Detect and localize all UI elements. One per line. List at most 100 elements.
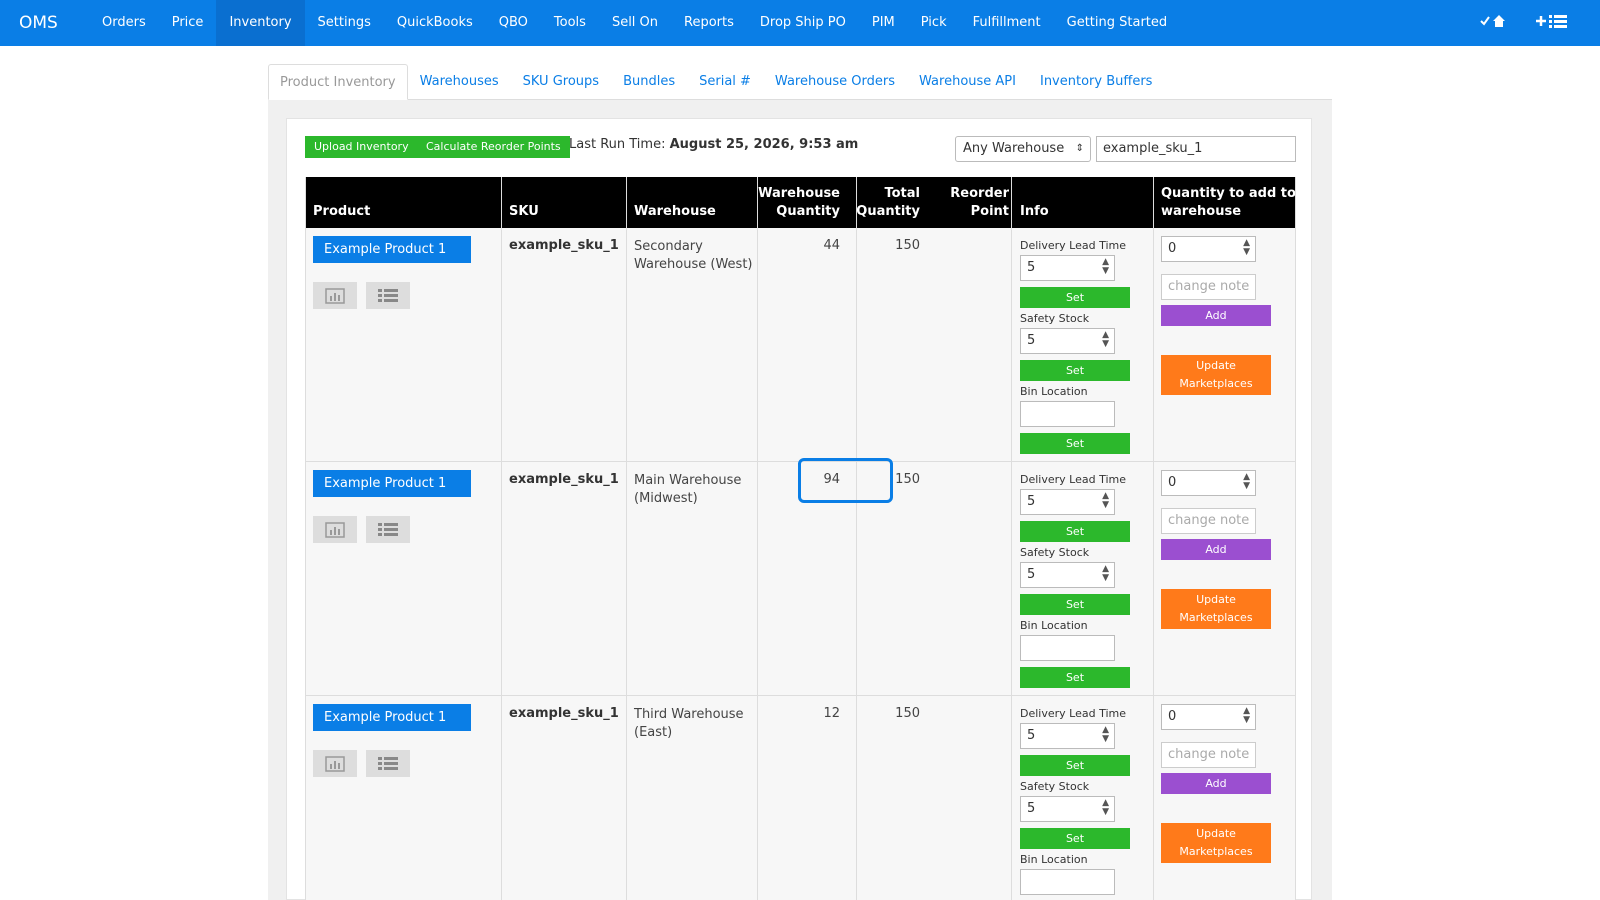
product-button[interactable]: Example Product 1 (313, 704, 471, 731)
list-icon[interactable] (366, 516, 410, 543)
set-delivery-button[interactable]: Set (1020, 755, 1130, 776)
warehouse-quantity: 44 (823, 238, 840, 253)
column-divider (501, 177, 502, 900)
set-delivery-button[interactable]: Set (1020, 287, 1130, 308)
bin-location-label: Bin Location (1020, 619, 1088, 632)
update-marketplaces-button[interactable]: Update Marketplaces (1161, 823, 1271, 863)
column-divider (305, 177, 306, 900)
add-quantity-button[interactable]: Add (1161, 773, 1271, 794)
nav-quickbooks[interactable]: QuickBooks (384, 0, 486, 46)
quantity-to-add-value: 0 (1168, 709, 1177, 724)
safety-stock-value: 5 (1027, 333, 1036, 348)
header-reorder-point-line1: Reorder (950, 186, 1009, 201)
add-quantity-button[interactable]: Add (1161, 539, 1271, 560)
column-divider (757, 177, 758, 900)
last-run-value: August 25, 2026, 9:53 am (669, 137, 859, 152)
quantity-to-add-input[interactable]: 0 ▲ ▼ (1161, 704, 1256, 730)
header-quantity-to-add-line1: Quantity to add to (1161, 186, 1296, 201)
spinner-icon: ▲ ▼ (1102, 257, 1109, 276)
header-warehouse-quantity: Warehouse Quantity (758, 185, 840, 221)
nav-inventory[interactable]: Inventory (216, 0, 305, 46)
upload-inventory-button[interactable]: Upload Inventory (305, 136, 418, 158)
delivery-lead-time-label: Delivery Lead Time (1020, 239, 1126, 252)
tab-inventory-buffers[interactable]: Inventory Buffers (1028, 64, 1164, 100)
last-run-label: Last Run Time: (569, 137, 666, 152)
header-quantity-to-add: Quantity to add to warehouse (1161, 185, 1296, 221)
nav-settings[interactable]: Settings (305, 0, 384, 46)
delivery-lead-time-input[interactable]: 5 ▲ ▼ (1020, 489, 1115, 515)
header-total-quantity-line2: Quantity (856, 204, 920, 219)
top-nav: OMS Orders Price Inventory Settings Quic… (0, 0, 1600, 46)
bin-location-input[interactable] (1020, 635, 1115, 661)
change-note-input[interactable]: change note (1161, 508, 1256, 534)
tab-serial[interactable]: Serial # (687, 64, 763, 100)
tab-warehouse-api[interactable]: Warehouse API (907, 64, 1028, 100)
bin-location-input[interactable] (1020, 401, 1115, 427)
bar-chart-icon[interactable] (313, 750, 357, 777)
header-info: Info (1020, 204, 1049, 219)
change-note-input[interactable]: change note (1161, 742, 1256, 768)
bar-chart-icon[interactable] (313, 516, 357, 543)
warehouse-name: Secondary Warehouse (West) (634, 239, 753, 272)
update-marketplaces-button[interactable]: Update Marketplaces (1161, 589, 1271, 629)
safety-stock-input[interactable]: 5 ▲ ▼ (1020, 328, 1115, 354)
warehouse-name: Main Warehouse (Midwest) (634, 473, 742, 506)
nav-drop-ship-po[interactable]: Drop Ship PO (747, 0, 859, 46)
safety-stock-input[interactable]: 5 ▲ ▼ (1020, 562, 1115, 588)
spinner-icon: ▲ ▼ (1243, 472, 1250, 491)
delivery-lead-time-input[interactable]: 5 ▲ ▼ (1020, 255, 1115, 281)
header-total-quantity-line1: Total (884, 186, 920, 201)
select-arrows-icon: ⇕ (1075, 143, 1084, 154)
highlight-box (798, 458, 893, 503)
set-bin-button[interactable]: Set (1020, 433, 1130, 454)
delivery-lead-time-value: 5 (1027, 728, 1036, 743)
bin-location-input[interactable] (1020, 869, 1115, 895)
add-quantity-button[interactable]: Add (1161, 305, 1271, 326)
tab-warehouses[interactable]: Warehouses (408, 64, 511, 100)
set-safety-button[interactable]: Set (1020, 594, 1130, 615)
quantity-to-add-input[interactable]: 0 ▲ ▼ (1161, 236, 1256, 262)
set-safety-button[interactable]: Set (1020, 360, 1130, 381)
change-note-input[interactable]: change note (1161, 274, 1256, 300)
nav-reports[interactable]: Reports (671, 0, 747, 46)
warehouse-select-value: Any Warehouse (963, 141, 1065, 156)
nav-pim[interactable]: PIM (859, 0, 908, 46)
nav-orders[interactable]: Orders (89, 0, 159, 46)
quantity-to-add-input[interactable]: 0 ▲ ▼ (1161, 470, 1256, 496)
list-icon[interactable] (366, 282, 410, 309)
update-marketplaces-line2: Marketplaces (1179, 377, 1253, 390)
product-button[interactable]: Example Product 1 (313, 470, 471, 497)
nav-tools[interactable]: Tools (541, 0, 599, 46)
nav-pick[interactable]: Pick (908, 0, 960, 46)
list-icon[interactable] (366, 750, 410, 777)
delivery-lead-time-value: 5 (1027, 494, 1036, 509)
warehouse-select[interactable]: Any Warehouse ⇕ (955, 136, 1091, 162)
check-home-icon[interactable] (1480, 14, 1506, 32)
nav-getting-started[interactable]: Getting Started (1054, 0, 1181, 46)
set-bin-button[interactable]: Set (1020, 667, 1130, 688)
set-delivery-button[interactable]: Set (1020, 521, 1130, 542)
quantity-to-add-value: 0 (1168, 475, 1177, 490)
update-marketplaces-button[interactable]: Update Marketplaces (1161, 355, 1271, 395)
tab-sku-groups[interactable]: SKU Groups (511, 64, 611, 100)
nav-qbo[interactable]: QBO (486, 0, 541, 46)
product-button[interactable]: Example Product 1 (313, 236, 471, 263)
warehouse-name: Third Warehouse (East) (634, 707, 744, 740)
delivery-lead-time-input[interactable]: 5 ▲ ▼ (1020, 723, 1115, 749)
tab-product-inventory[interactable]: Product Inventory (268, 64, 408, 100)
spinner-icon: ▲ ▼ (1102, 725, 1109, 744)
brand-logo[interactable]: OMS (0, 13, 89, 33)
nav-sell-on[interactable]: Sell On (599, 0, 671, 46)
nav-fulfillment[interactable]: Fulfillment (960, 0, 1054, 46)
nav-price[interactable]: Price (159, 0, 217, 46)
bar-chart-icon[interactable] (313, 282, 357, 309)
delivery-lead-time-label: Delivery Lead Time (1020, 473, 1126, 486)
header-sku: SKU (509, 204, 539, 219)
sku-search-input[interactable]: example_sku_1 (1096, 136, 1296, 162)
tab-warehouse-orders[interactable]: Warehouse Orders (763, 64, 907, 100)
tab-bundles[interactable]: Bundles (611, 64, 687, 100)
plus-list-icon[interactable] (1536, 14, 1568, 32)
calculate-reorder-points-button[interactable]: Calculate Reorder Points (417, 136, 570, 158)
set-safety-button[interactable]: Set (1020, 828, 1130, 849)
safety-stock-input[interactable]: 5 ▲ ▼ (1020, 796, 1115, 822)
